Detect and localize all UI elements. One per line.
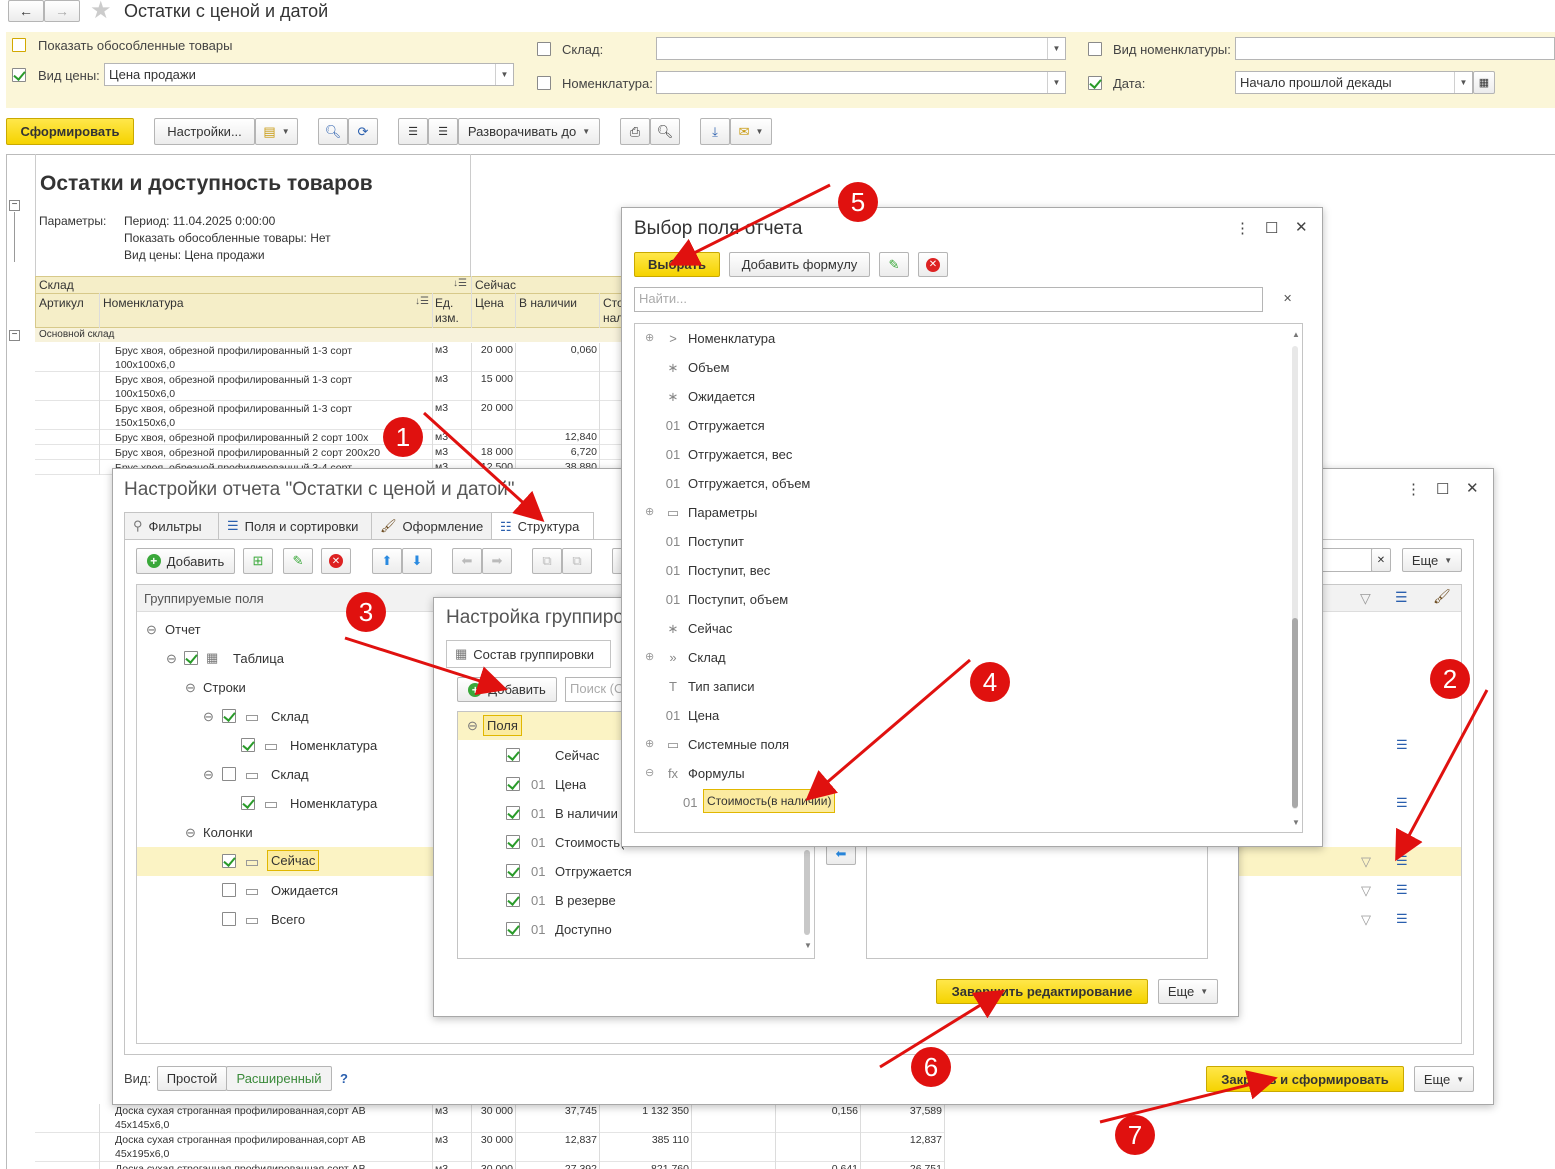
marker-6: 6: [911, 1047, 951, 1087]
arrow-7: [1099, 1070, 1278, 1124]
arrow-4: [805, 658, 971, 801]
marker-1: 1: [383, 417, 423, 457]
annotation-arrows: [344, 183, 1489, 1124]
marker-7: 7: [1115, 1115, 1155, 1155]
arrow-3: [344, 636, 508, 696]
arrow-1: [422, 411, 545, 523]
arrow-5: [668, 183, 831, 266]
marker-5: 5: [838, 182, 878, 222]
marker-3: 3: [346, 592, 386, 632]
marker-2: 2: [1430, 659, 1470, 699]
marker-4: 4: [970, 662, 1010, 702]
arrow-2: [1395, 689, 1489, 862]
